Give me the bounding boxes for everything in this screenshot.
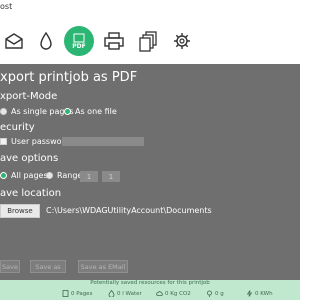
export-mode-heading: xport-Mode: [0, 91, 58, 102]
user-password-checkbox[interactable]: User password: [0, 137, 70, 146]
toolbar: PDF: [0, 20, 300, 64]
radio-range-label: Range: [57, 171, 83, 180]
stat-co2: 0 Kg CO2: [156, 290, 191, 297]
pages-icon: [62, 290, 69, 297]
stat-co2-value: 0 Kg CO2: [165, 290, 191, 297]
radio-all-pages[interactable]: All pages: [0, 171, 48, 180]
pdf-label: PDF: [72, 42, 86, 50]
resources-label: Potentially saved resources for this pri…: [90, 280, 210, 286]
bulb-icon: [207, 290, 212, 297]
checkbox-icon: [0, 138, 7, 145]
energy-icon: [246, 290, 253, 297]
stat-energy-value: 0 KWh: [255, 290, 273, 297]
stat-water: 0 l Water: [108, 290, 142, 297]
mail-icon[interactable]: [0, 26, 28, 56]
export-pdf-button[interactable]: PDF: [64, 26, 94, 56]
user-password-label: User password: [11, 137, 70, 146]
stat-pages: 0 Pages: [62, 290, 92, 297]
radio-checked-icon: [0, 172, 7, 179]
window-title: ost: [0, 2, 13, 11]
printer-icon[interactable]: [100, 26, 128, 56]
radio-single-pages[interactable]: As single pages: [0, 107, 74, 116]
radio-all-pages-label: All pages: [11, 171, 48, 180]
pdf-icon: [73, 33, 85, 42]
copies-icon[interactable]: [134, 26, 162, 56]
stat-pages-value: 0 Pages: [71, 290, 93, 297]
security-heading: ecurity: [0, 122, 35, 133]
range-from-input[interactable]: 1: [80, 171, 98, 182]
save-options-heading: ave options: [0, 153, 59, 164]
page-title: xport printjob as PDF: [0, 70, 138, 85]
stat-energy: 0 KWh: [246, 290, 273, 297]
radio-icon: [46, 172, 53, 179]
gear-icon[interactable]: [168, 26, 196, 56]
export-pdf-panel: xport printjob as PDF xport-Mode As sing…: [0, 64, 300, 280]
radio-icon: [0, 108, 7, 115]
stat-bulb-value: 0 g: [215, 290, 224, 297]
resources-bar: Potentially saved resources for this pri…: [0, 280, 300, 300]
title-bar: ost: [0, 0, 300, 20]
water-icon: [108, 290, 115, 297]
browse-button[interactable]: Browse: [0, 204, 40, 218]
save-path: C:\Users\WDAGUtilityAccount\Documents: [46, 206, 212, 215]
save-button[interactable]: Save: [0, 260, 20, 273]
save-as-button[interactable]: Save as: [30, 260, 66, 273]
stat-bulb: 0 g: [206, 290, 224, 297]
password-input[interactable]: [62, 137, 144, 146]
radio-one-file[interactable]: As one file: [64, 107, 117, 116]
drop-icon[interactable]: [32, 26, 60, 56]
radio-checked-icon: [64, 108, 71, 115]
radio-one-file-label: As one file: [75, 107, 117, 116]
save-as-email-button[interactable]: Save as EMail: [78, 260, 128, 273]
stat-water-value: 0 l Water: [117, 290, 142, 297]
co2-icon: [156, 291, 163, 296]
save-location-heading: ave location: [0, 188, 62, 199]
range-to-input[interactable]: 1: [102, 171, 120, 182]
radio-range[interactable]: Range: [46, 171, 82, 180]
